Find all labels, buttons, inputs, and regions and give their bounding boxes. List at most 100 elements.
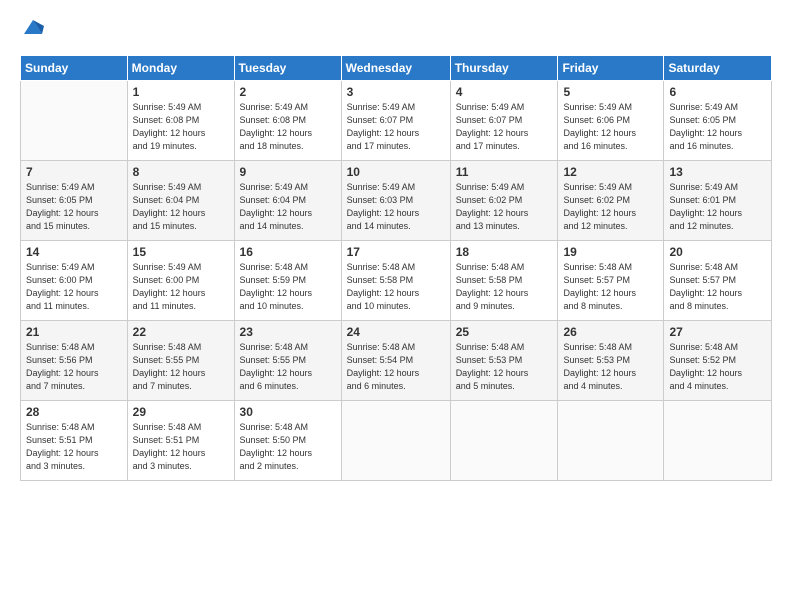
day-info: Sunrise: 5:49 AMSunset: 6:07 PMDaylight:… <box>456 101 553 153</box>
day-number: 5 <box>563 85 658 99</box>
day-number: 4 <box>456 85 553 99</box>
weekday-saturday: Saturday <box>664 56 772 81</box>
calendar-cell: 2 Sunrise: 5:49 AMSunset: 6:08 PMDaylight… <box>234 81 341 161</box>
day-info: Sunrise: 5:49 AMSunset: 6:04 PMDaylight:… <box>240 181 336 233</box>
day-info: Sunrise: 5:49 AMSunset: 6:08 PMDaylight:… <box>133 101 229 153</box>
day-number: 24 <box>347 325 445 339</box>
day-number: 16 <box>240 245 336 259</box>
calendar-week-row: 28 Sunrise: 5:48 AMSunset: 5:51 PMDayligh… <box>21 401 772 481</box>
day-number: 26 <box>563 325 658 339</box>
day-info: Sunrise: 5:49 AMSunset: 6:03 PMDaylight:… <box>347 181 445 233</box>
weekday-friday: Friday <box>558 56 664 81</box>
day-number: 27 <box>669 325 766 339</box>
day-info: Sunrise: 5:49 AMSunset: 6:01 PMDaylight:… <box>669 181 766 233</box>
day-info: Sunrise: 5:48 AMSunset: 5:54 PMDaylight:… <box>347 341 445 393</box>
calendar-cell: 23 Sunrise: 5:48 AMSunset: 5:55 PMDayligh… <box>234 321 341 401</box>
calendar-cell: 21Sunrise: 5:48 AMSunset: 5:56 PMDayligh… <box>21 321 128 401</box>
calendar-cell: 14 Sunrise: 5:49 AMSunset: 6:00 PMDayligh… <box>21 241 128 321</box>
calendar-cell: 26 Sunrise: 5:48 AMSunset: 5:53 PMDayligh… <box>558 321 664 401</box>
weekday-tuesday: Tuesday <box>234 56 341 81</box>
calendar-cell: 3 Sunrise: 5:49 AMSunset: 6:07 PMDaylight… <box>341 81 450 161</box>
calendar-cell: 16 Sunrise: 5:48 AMSunset: 5:59 PMDayligh… <box>234 241 341 321</box>
calendar-cell: 15 Sunrise: 5:49 AMSunset: 6:00 PMDayligh… <box>127 241 234 321</box>
day-info: Sunrise: 5:49 AMSunset: 6:02 PMDaylight:… <box>456 181 553 233</box>
calendar-cell: 28 Sunrise: 5:48 AMSunset: 5:51 PMDayligh… <box>21 401 128 481</box>
calendar-cell <box>341 401 450 481</box>
day-number: 7 <box>26 165 122 179</box>
calendar-week-row: 21Sunrise: 5:48 AMSunset: 5:56 PMDayligh… <box>21 321 772 401</box>
day-info: Sunrise: 5:48 AMSunset: 5:55 PMDaylight:… <box>133 341 229 393</box>
calendar-cell: 10 Sunrise: 5:49 AMSunset: 6:03 PMDayligh… <box>341 161 450 241</box>
day-info: Sunrise: 5:49 AMSunset: 6:05 PMDaylight:… <box>26 181 122 233</box>
day-number: 19 <box>563 245 658 259</box>
weekday-thursday: Thursday <box>450 56 558 81</box>
calendar-cell: 6Sunrise: 5:49 AMSunset: 6:05 PMDaylight… <box>664 81 772 161</box>
day-number: 14 <box>26 245 122 259</box>
logo-icon <box>22 16 44 38</box>
day-number: 8 <box>133 165 229 179</box>
day-info: Sunrise: 5:48 AMSunset: 5:53 PMDaylight:… <box>456 341 553 393</box>
day-number: 18 <box>456 245 553 259</box>
header <box>20 18 772 45</box>
day-number: 20 <box>669 245 766 259</box>
day-number: 10 <box>347 165 445 179</box>
calendar-cell: 7 Sunrise: 5:49 AMSunset: 6:05 PMDaylight… <box>21 161 128 241</box>
day-info: Sunrise: 5:48 AMSunset: 5:59 PMDaylight:… <box>240 261 336 313</box>
calendar-cell: 24 Sunrise: 5:48 AMSunset: 5:54 PMDayligh… <box>341 321 450 401</box>
day-info: Sunrise: 5:48 AMSunset: 5:58 PMDaylight:… <box>456 261 553 313</box>
calendar-week-row: 1Sunrise: 5:49 AMSunset: 6:08 PMDaylight… <box>21 81 772 161</box>
day-info: Sunrise: 5:48 AMSunset: 5:50 PMDaylight:… <box>240 421 336 473</box>
day-info: Sunrise: 5:48 AMSunset: 5:55 PMDaylight:… <box>240 341 336 393</box>
day-number: 2 <box>240 85 336 99</box>
calendar-cell: 13 Sunrise: 5:49 AMSunset: 6:01 PMDayligh… <box>664 161 772 241</box>
calendar-cell: 25Sunrise: 5:48 AMSunset: 5:53 PMDayligh… <box>450 321 558 401</box>
calendar-cell <box>450 401 558 481</box>
calendar-cell: 27Sunrise: 5:48 AMSunset: 5:52 PMDayligh… <box>664 321 772 401</box>
day-info: Sunrise: 5:49 AMSunset: 6:08 PMDaylight:… <box>240 101 336 153</box>
calendar-cell: 18 Sunrise: 5:48 AMSunset: 5:58 PMDayligh… <box>450 241 558 321</box>
calendar-cell: 12 Sunrise: 5:49 AMSunset: 6:02 PMDayligh… <box>558 161 664 241</box>
day-info: Sunrise: 5:49 AMSunset: 6:07 PMDaylight:… <box>347 101 445 153</box>
day-number: 13 <box>669 165 766 179</box>
calendar-cell: 20 Sunrise: 5:48 AMSunset: 5:57 PMDayligh… <box>664 241 772 321</box>
day-info: Sunrise: 5:48 AMSunset: 5:57 PMDaylight:… <box>563 261 658 313</box>
weekday-wednesday: Wednesday <box>341 56 450 81</box>
calendar-cell <box>558 401 664 481</box>
day-info: Sunrise: 5:48 AMSunset: 5:57 PMDaylight:… <box>669 261 766 313</box>
calendar-cell: 5 Sunrise: 5:49 AMSunset: 6:06 PMDaylight… <box>558 81 664 161</box>
calendar-cell: 19 Sunrise: 5:48 AMSunset: 5:57 PMDayligh… <box>558 241 664 321</box>
day-info: Sunrise: 5:48 AMSunset: 5:58 PMDaylight:… <box>347 261 445 313</box>
calendar-cell: 4 Sunrise: 5:49 AMSunset: 6:07 PMDaylight… <box>450 81 558 161</box>
calendar-cell: 8 Sunrise: 5:49 AMSunset: 6:04 PMDaylight… <box>127 161 234 241</box>
day-number: 11 <box>456 165 553 179</box>
day-info: Sunrise: 5:49 AMSunset: 6:00 PMDaylight:… <box>133 261 229 313</box>
calendar-cell: 22Sunrise: 5:48 AMSunset: 5:55 PMDayligh… <box>127 321 234 401</box>
day-number: 29 <box>133 405 229 419</box>
calendar-cell: 17 Sunrise: 5:48 AMSunset: 5:58 PMDayligh… <box>341 241 450 321</box>
day-info: Sunrise: 5:49 AMSunset: 6:02 PMDaylight:… <box>563 181 658 233</box>
day-info: Sunrise: 5:49 AMSunset: 6:00 PMDaylight:… <box>26 261 122 313</box>
day-number: 17 <box>347 245 445 259</box>
day-info: Sunrise: 5:48 AMSunset: 5:53 PMDaylight:… <box>563 341 658 393</box>
calendar-cell: 1Sunrise: 5:49 AMSunset: 6:08 PMDaylight… <box>127 81 234 161</box>
logo <box>20 18 44 45</box>
page: SundayMondayTuesdayWednesdayThursdayFrid… <box>0 0 792 612</box>
calendar-week-row: 14 Sunrise: 5:49 AMSunset: 6:00 PMDayligh… <box>21 241 772 321</box>
day-number: 9 <box>240 165 336 179</box>
day-number: 6 <box>669 85 766 99</box>
day-info: Sunrise: 5:49 AMSunset: 6:04 PMDaylight:… <box>133 181 229 233</box>
day-number: 23 <box>240 325 336 339</box>
calendar-cell <box>664 401 772 481</box>
calendar-cell: 11 Sunrise: 5:49 AMSunset: 6:02 PMDayligh… <box>450 161 558 241</box>
day-info: Sunrise: 5:48 AMSunset: 5:51 PMDaylight:… <box>133 421 229 473</box>
day-number: 12 <box>563 165 658 179</box>
day-number: 3 <box>347 85 445 99</box>
day-number: 30 <box>240 405 336 419</box>
day-info: Sunrise: 5:49 AMSunset: 6:06 PMDaylight:… <box>563 101 658 153</box>
weekday-sunday: Sunday <box>21 56 128 81</box>
day-number: 28 <box>26 405 122 419</box>
day-number: 15 <box>133 245 229 259</box>
calendar-cell: 30 Sunrise: 5:48 AMSunset: 5:50 PMDayligh… <box>234 401 341 481</box>
day-number: 21 <box>26 325 122 339</box>
day-info: Sunrise: 5:48 AMSunset: 5:51 PMDaylight:… <box>26 421 122 473</box>
